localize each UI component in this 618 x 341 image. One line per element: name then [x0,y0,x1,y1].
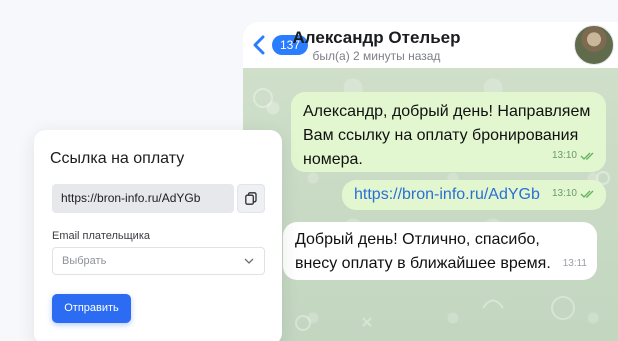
contact-name[interactable]: Александр Отельер [243,28,618,48]
payment-link-card: Ссылка на оплату https://bron-info.ru/Ad… [34,130,282,341]
avatar[interactable] [574,25,614,65]
chat-messages-area: Александр, добрый день! Направляем Вам с… [243,68,618,341]
chat-header: 137 Александр Отельер был(а) 2 минуты на… [243,22,618,68]
send-button[interactable]: Отправить [52,294,131,323]
double-check-icon [580,190,594,198]
chat-window: 137 Александр Отельер был(а) 2 минуты на… [243,22,618,341]
message-meta: 13:10 [552,144,596,168]
contact-status: был(а) 2 минуты назад [312,49,441,63]
message-bubble-outgoing[interactable]: Александр, добрый день! Направляем Вам с… [291,92,606,172]
copy-button[interactable] [237,184,265,213]
message-time: 13:11 [562,258,587,269]
message-bubble-incoming[interactable]: Добрый день! Отлично, спасибо, внесу опл… [283,222,597,280]
select-placeholder: Выбрать [62,255,107,267]
double-check-icon [580,152,594,160]
message-bubble-outgoing[interactable]: https://bron-info.ru/AdYGb 13:10 [342,180,606,210]
chevron-down-icon [244,258,254,264]
email-label: Email плательщика [52,230,150,242]
message-meta: 13:11 [563,252,587,276]
email-select[interactable]: Выбрать [52,247,265,275]
message-text: Добрый день! Отлично, спасибо, внесу опл… [295,231,551,272]
message-meta: 13:10 [552,182,596,206]
message-text: Александр, добрый день! Направляем Вам с… [303,103,591,168]
message-time: 13:10 [551,150,577,161]
message-time: 13:10 [551,188,577,199]
copy-icon [245,192,257,205]
payment-link-field[interactable]: https://bron-info.ru/AdYGb [52,184,234,213]
card-title: Ссылка на оплату [50,150,185,167]
